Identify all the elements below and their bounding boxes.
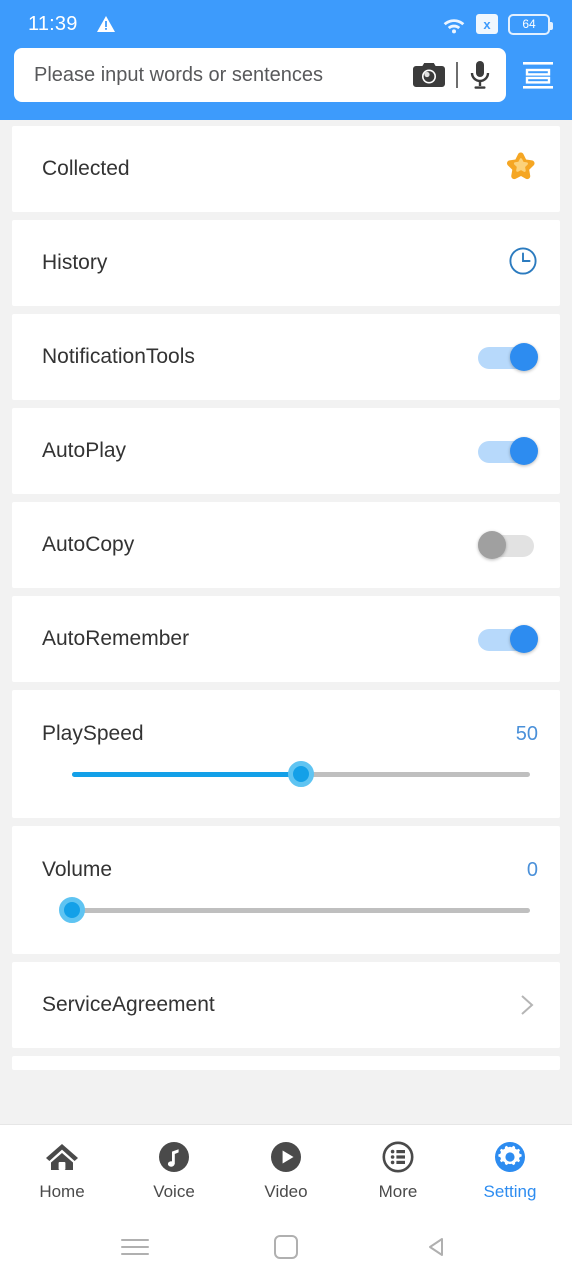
row-label: Volume (42, 858, 113, 881)
autoplay-toggle[interactable] (478, 437, 538, 465)
tab-label: Video (264, 1181, 308, 1201)
settings-row-collected[interactable]: Collected (12, 126, 560, 212)
settings-row-autoremember[interactable]: AutoRemember (12, 596, 560, 682)
tab-more[interactable]: More (348, 1138, 448, 1202)
tab-label: Setting (483, 1181, 537, 1201)
battery-level: 64 (522, 17, 536, 31)
autoremember-toggle[interactable] (478, 625, 538, 653)
menu-recents-icon[interactable] (105, 1227, 165, 1267)
row-label: ServiceAgreement (42, 993, 215, 1016)
settings-row-serviceagreement[interactable]: ServiceAgreement (12, 962, 560, 1048)
settings-row-history[interactable]: History (12, 220, 560, 306)
search-input[interactable] (34, 63, 412, 87)
tab-label: Home (39, 1181, 85, 1201)
search-header (0, 48, 572, 120)
row-label: PlaySpeed (42, 722, 144, 745)
music-note-icon (157, 1138, 191, 1176)
home-square-icon[interactable] (256, 1227, 316, 1267)
wifi-icon (442, 15, 466, 34)
slider-thumb[interactable] (288, 761, 314, 787)
toggle-thumb (510, 343, 538, 371)
row-label: AutoCopy (42, 533, 135, 556)
playspeed-slider[interactable] (72, 761, 530, 787)
toggle-thumb (510, 625, 538, 653)
back-triangle-icon[interactable] (407, 1227, 467, 1267)
tab-label: Voice (153, 1181, 195, 1201)
status-bar-right: x 64 (442, 13, 553, 35)
search-box[interactable] (14, 48, 506, 102)
settings-row-playspeed[interactable]: PlaySpeed 50 (12, 690, 560, 818)
slider-fill (72, 771, 301, 777)
settings-row-partial[interactable] (12, 1056, 560, 1070)
hamburger-lines (121, 1234, 150, 1260)
settings-row-notificationtools[interactable]: NotificationTools (12, 314, 560, 400)
no-sim-icon: x (476, 14, 498, 34)
volume-value: 0 (526, 858, 538, 881)
settings-row-autocopy[interactable]: AutoCopy (12, 502, 560, 588)
tab-label: More (378, 1181, 418, 1201)
tab-setting[interactable]: Setting (460, 1138, 560, 1202)
tab-video[interactable]: Video (236, 1138, 336, 1202)
battery-icon: 64 (508, 13, 553, 35)
status-bar-left: 11:39 (28, 13, 116, 36)
notificationtools-toggle[interactable] (478, 343, 538, 371)
settings-row-volume[interactable]: Volume 0 (12, 826, 560, 954)
volume-header: Volume 0 (42, 858, 538, 882)
row-label: Collected (42, 157, 130, 180)
gear-icon (493, 1138, 527, 1176)
warning-triangle-icon (96, 15, 116, 33)
system-navigation-bar (0, 1214, 572, 1280)
toggle-thumb (478, 531, 506, 559)
playspeed-header: PlaySpeed 50 (42, 722, 538, 746)
star-icon[interactable] (504, 150, 538, 188)
tab-voice[interactable]: Voice (124, 1138, 224, 1202)
play-circle-icon (269, 1138, 303, 1176)
row-label: AutoRemember (42, 627, 190, 650)
search-divider (456, 62, 458, 88)
camera-icon[interactable] (412, 61, 446, 89)
tab-home[interactable]: Home (12, 1138, 112, 1202)
slider-thumb[interactable] (59, 897, 85, 923)
home-icon (44, 1138, 80, 1176)
microphone-icon[interactable] (468, 60, 492, 90)
menu-list-icon[interactable] (518, 55, 558, 95)
phone-screen: 11:39 x 64 Please input words or sentenc… (0, 0, 572, 1280)
slider-track (72, 907, 530, 913)
status-time: 11:39 (28, 12, 78, 35)
chevron-right-icon[interactable] (514, 993, 538, 1017)
clock-icon[interactable] (508, 246, 538, 281)
row-label: History (42, 251, 108, 274)
square-outline (273, 1235, 298, 1259)
toggle-thumb (510, 437, 538, 465)
bottom-tab-bar: Home Voice Video More Setting (0, 1124, 572, 1214)
list-circle-icon (381, 1138, 415, 1176)
settings-list[interactable]: Collected History NotificationTools Auto… (0, 120, 572, 1124)
playspeed-value: 50 (515, 722, 538, 745)
volume-slider[interactable] (59, 897, 530, 923)
status-bar: 11:39 x 64 (0, 0, 572, 48)
row-label: AutoPlay (42, 439, 127, 462)
row-label: NotificationTools (42, 345, 195, 368)
autocopy-toggle[interactable] (478, 531, 538, 559)
settings-row-autoplay[interactable]: AutoPlay (12, 408, 560, 494)
